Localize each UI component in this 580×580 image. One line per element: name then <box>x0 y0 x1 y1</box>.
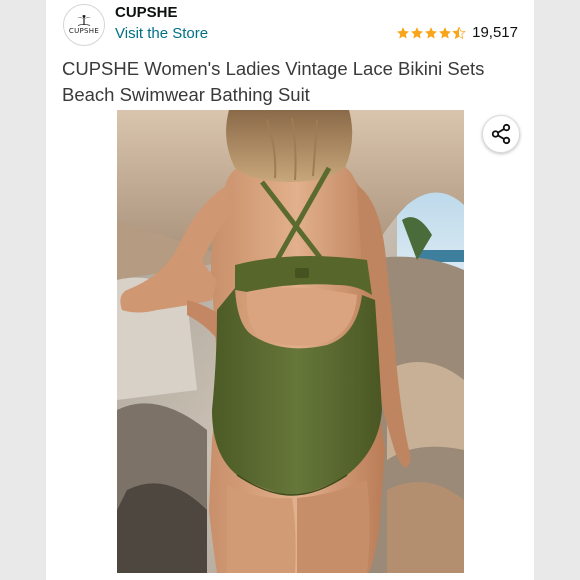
brand-name: CUPSHE <box>115 4 178 21</box>
star-full-icon <box>411 26 424 38</box>
star-rating <box>396 25 466 40</box>
visit-store-link[interactable]: Visit the Store <box>115 25 208 42</box>
product-card: CUPSHE CUPSHE Visit the Store 19,517 CUP… <box>46 0 534 580</box>
star-full-icon <box>439 26 452 38</box>
logo-text: CUPSHE <box>68 27 100 35</box>
product-photo <box>117 110 464 573</box>
product-image[interactable] <box>117 110 464 573</box>
star-full-icon <box>397 26 410 38</box>
rating-count[interactable]: 19,517 <box>472 24 518 41</box>
brand-logo[interactable]: CUPSHE <box>63 4 105 46</box>
share-button[interactable] <box>482 115 520 153</box>
palm-tree-icon <box>77 15 91 26</box>
star-half-icon <box>452 25 466 39</box>
rating[interactable]: 19,517 <box>396 24 518 41</box>
share-icon <box>491 123 511 145</box>
product-title: CUPSHE Women's Ladies Vintage Lace Bikin… <box>62 58 485 105</box>
star-full-icon <box>425 26 438 38</box>
